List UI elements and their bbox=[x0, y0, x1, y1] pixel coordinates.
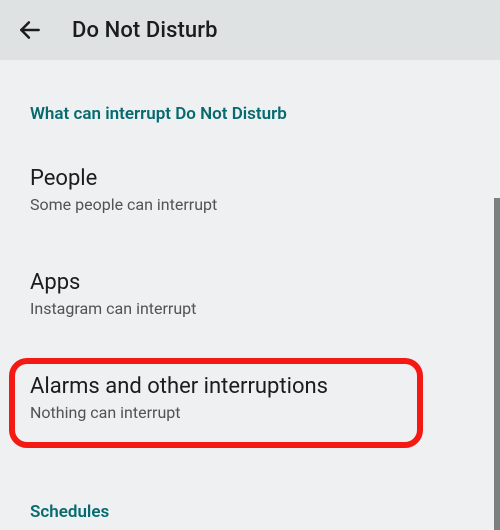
setting-title: Apps bbox=[30, 270, 470, 295]
spacer bbox=[30, 232, 470, 250]
do-not-disturb-screen: Do Not Disturb What can interrupt Do Not… bbox=[0, 0, 500, 530]
page-title: Do Not Disturb bbox=[72, 18, 218, 43]
setting-alarms[interactable]: Alarms and other interruptions Nothing c… bbox=[30, 354, 470, 440]
section-label-interrupt: What can interrupt Do Not Disturb bbox=[30, 60, 470, 128]
section-label-schedules: Schedules bbox=[30, 458, 470, 526]
back-button[interactable] bbox=[16, 16, 44, 44]
spacer bbox=[30, 128, 470, 146]
settings-content: What can interrupt Do Not Disturb People… bbox=[0, 60, 500, 526]
app-bar: Do Not Disturb bbox=[0, 0, 500, 60]
setting-subtitle: Nothing can interrupt bbox=[30, 403, 470, 422]
scroll-indicator bbox=[494, 198, 500, 530]
setting-people[interactable]: People Some people can interrupt bbox=[30, 146, 470, 232]
spacer bbox=[30, 336, 470, 354]
setting-subtitle: Instagram can interrupt bbox=[30, 299, 470, 318]
setting-title: People bbox=[30, 166, 470, 191]
spacer bbox=[30, 440, 470, 458]
arrow-back-icon bbox=[17, 17, 43, 43]
setting-subtitle: Some people can interrupt bbox=[30, 195, 470, 214]
setting-title: Alarms and other interruptions bbox=[30, 374, 470, 399]
setting-apps[interactable]: Apps Instagram can interrupt bbox=[30, 250, 470, 336]
